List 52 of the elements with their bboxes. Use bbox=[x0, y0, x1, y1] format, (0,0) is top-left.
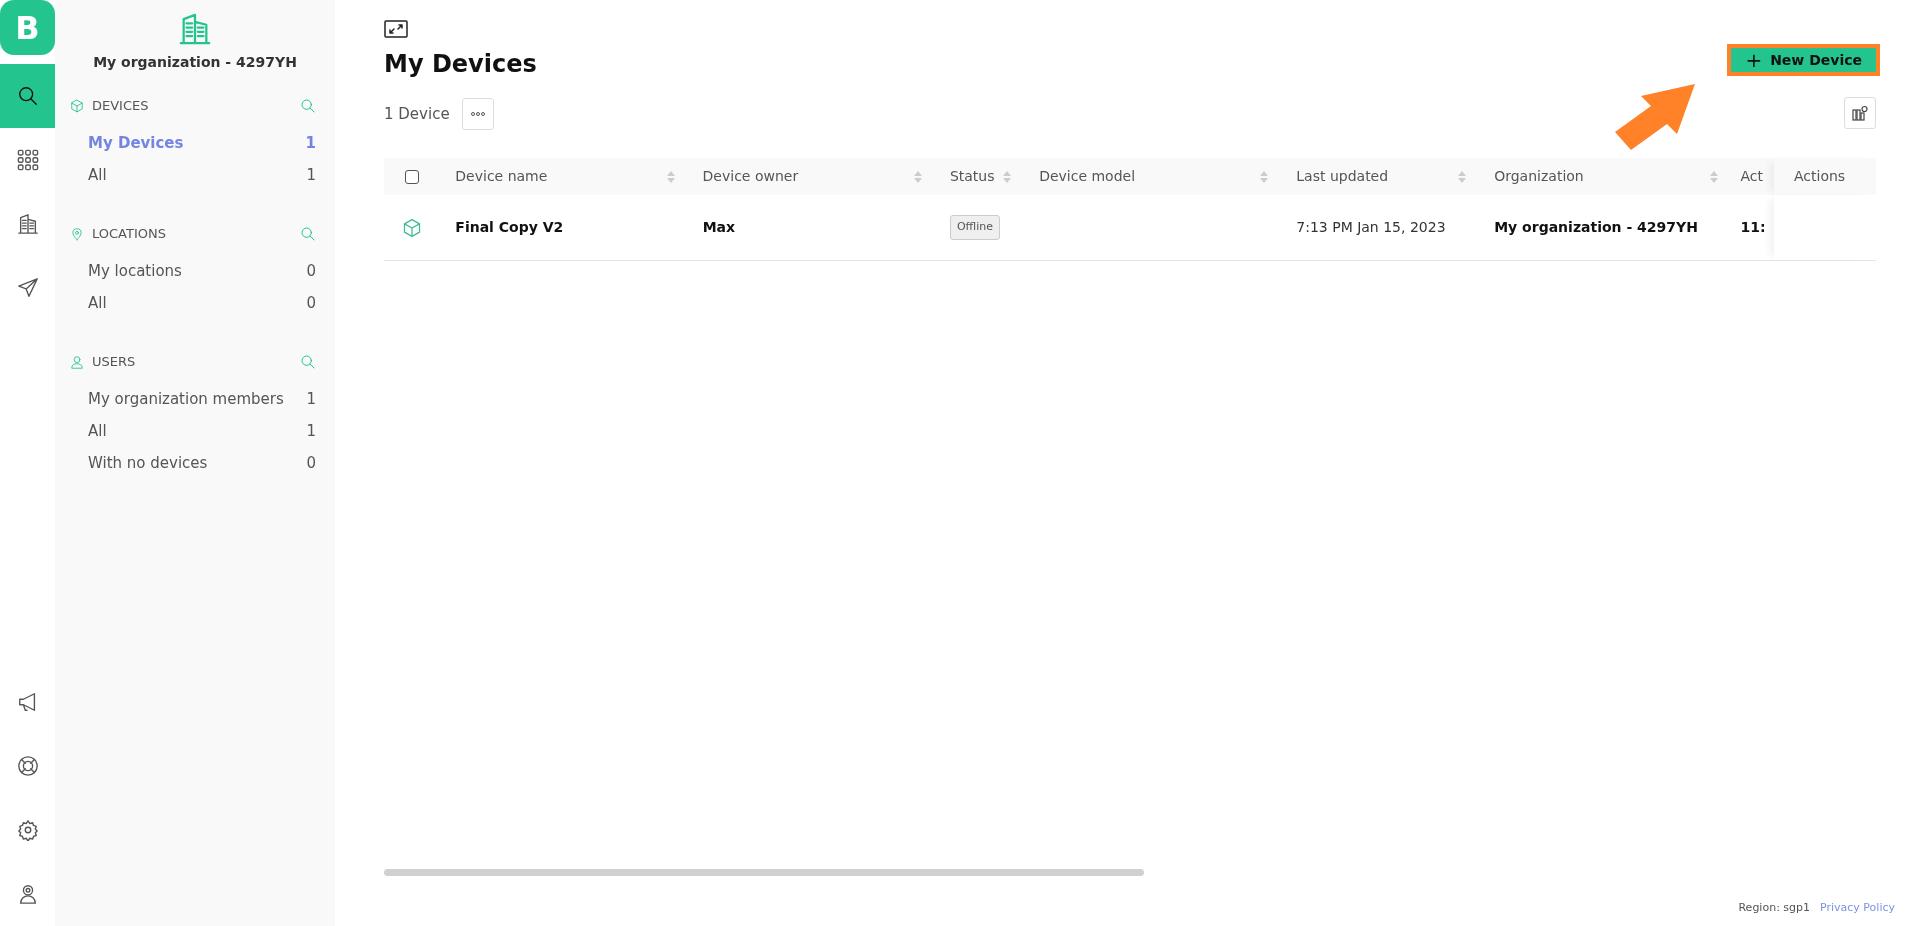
building-icon bbox=[16, 213, 39, 235]
building-icon bbox=[178, 12, 212, 46]
sort-icon[interactable] bbox=[1003, 170, 1012, 183]
page-title: My Devices bbox=[384, 49, 538, 80]
status-badge: Offline bbox=[949, 215, 1000, 240]
person-icon bbox=[70, 355, 84, 369]
column-header[interactable]: Last updated bbox=[1296, 166, 1459, 187]
expand-icon[interactable] bbox=[384, 20, 408, 38]
device-count: 1 Device bbox=[384, 103, 450, 125]
cube-icon bbox=[70, 99, 84, 113]
sort-icon[interactable] bbox=[913, 170, 922, 183]
sort-icon[interactable] bbox=[1710, 170, 1719, 183]
table-cell-text: 7:13 PM Jan 15, 2023 bbox=[1296, 218, 1446, 237]
column-header[interactable]: Device owner bbox=[702, 166, 914, 187]
location-pin-icon bbox=[70, 227, 84, 241]
sort-icon[interactable] bbox=[1260, 170, 1269, 183]
paper-plane-icon bbox=[16, 277, 39, 299]
search-icon bbox=[16, 85, 39, 107]
sidebar-item[interactable]: All 1 bbox=[88, 415, 316, 447]
column-header[interactable]: Device model bbox=[1039, 166, 1261, 187]
scrollbar[interactable] bbox=[384, 869, 1144, 876]
sort-icon[interactable] bbox=[666, 170, 675, 183]
column-header[interactable]: Status bbox=[949, 166, 1004, 187]
organization-name: My organization - 4297YH bbox=[92, 53, 298, 72]
section-title: DEVICES bbox=[92, 97, 150, 116]
more-options-button[interactable] bbox=[461, 98, 494, 130]
table-cell-text: My organization - 4297YH bbox=[1494, 218, 1698, 237]
sidebar-item[interactable]: All 1 bbox=[88, 159, 316, 191]
search-icon[interactable] bbox=[300, 98, 316, 114]
column-header[interactable]: Act bbox=[1740, 166, 1774, 187]
table-cell-text: Max bbox=[702, 218, 736, 237]
region-label: Region: sgp1 bbox=[1738, 899, 1811, 916]
search-icon[interactable] bbox=[300, 226, 316, 242]
search-icon[interactable] bbox=[300, 354, 316, 370]
section-title: LOCATIONS bbox=[92, 225, 167, 244]
section-title: USERS bbox=[92, 353, 137, 372]
new-device-button[interactable]: + New Device bbox=[1727, 44, 1880, 76]
table-cell-text: Final Copy V2 bbox=[455, 218, 564, 237]
column-header[interactable]: Organization bbox=[1494, 166, 1711, 187]
column-header[interactable]: Actions bbox=[1794, 166, 1876, 187]
select-all-checkbox[interactable] bbox=[404, 169, 419, 184]
table-cell-text: 11: bbox=[1740, 218, 1766, 237]
sidebar-item[interactable]: My organization members 1 bbox=[88, 383, 316, 415]
column-settings-button[interactable] bbox=[1844, 97, 1876, 129]
column-header[interactable]: Device name bbox=[455, 166, 667, 187]
grid-icon bbox=[16, 149, 39, 171]
sort-icon[interactable] bbox=[1458, 170, 1467, 183]
sidebar-item[interactable]: All 0 bbox=[88, 287, 316, 319]
sidebar-item[interactable]: With no devices 0 bbox=[88, 447, 316, 479]
dots-icon bbox=[470, 112, 485, 116]
columns-icon bbox=[1852, 105, 1868, 121]
sidebar-item[interactable]: My locations 0 bbox=[88, 255, 316, 287]
